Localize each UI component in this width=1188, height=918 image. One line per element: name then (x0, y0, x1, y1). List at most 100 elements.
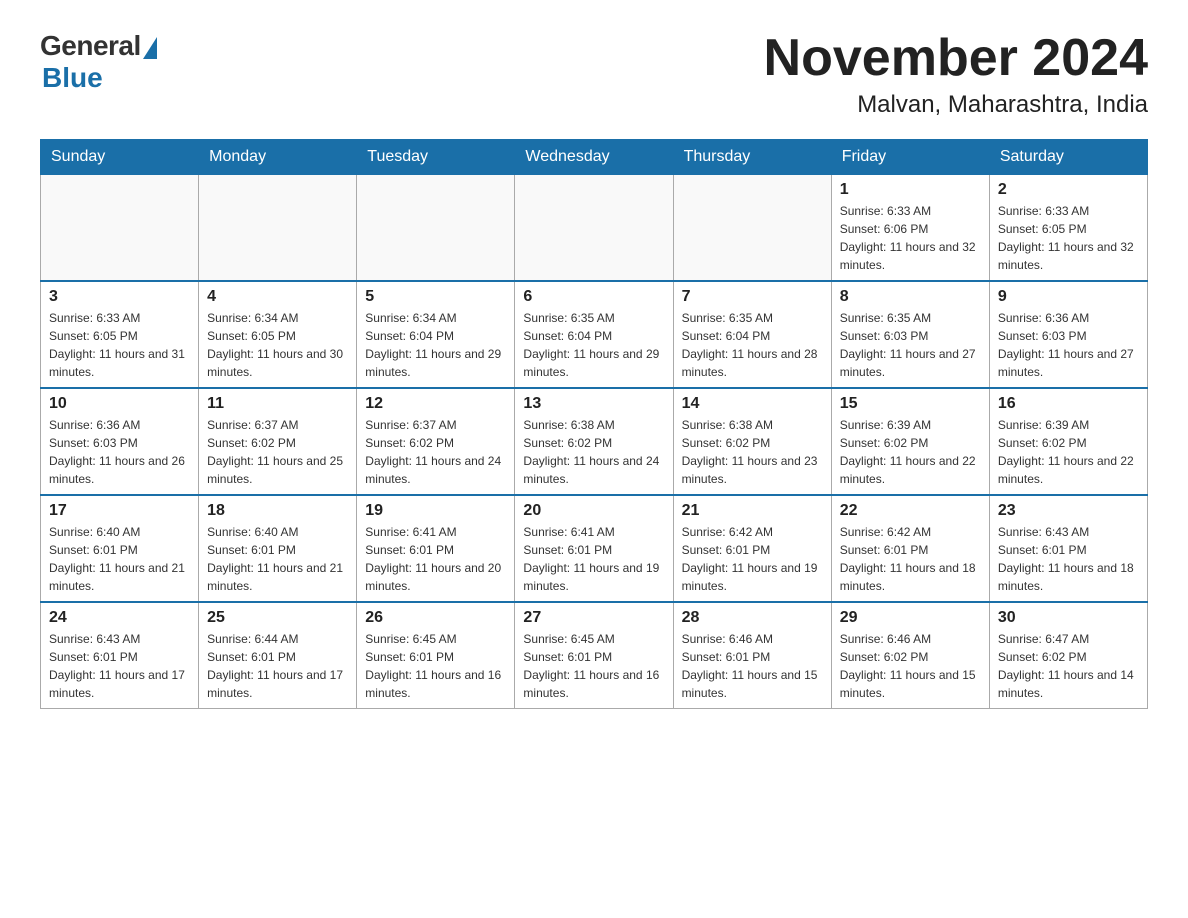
day-number: 16 (998, 395, 1139, 413)
calendar-table: SundayMondayTuesdayWednesdayThursdayFrid… (40, 139, 1148, 709)
day-info: Sunrise: 6:46 AM Sunset: 6:02 PM Dayligh… (840, 630, 981, 702)
day-info: Sunrise: 6:36 AM Sunset: 6:03 PM Dayligh… (998, 309, 1139, 381)
day-info: Sunrise: 6:35 AM Sunset: 6:03 PM Dayligh… (840, 309, 981, 381)
calendar-cell: 20Sunrise: 6:41 AM Sunset: 6:01 PM Dayli… (515, 495, 673, 602)
logo: General Blue (40, 30, 157, 94)
calendar-cell: 27Sunrise: 6:45 AM Sunset: 6:01 PM Dayli… (515, 602, 673, 709)
location-title: Malvan, Maharashtra, India (764, 91, 1148, 119)
day-number: 4 (207, 288, 348, 306)
day-info: Sunrise: 6:39 AM Sunset: 6:02 PM Dayligh… (840, 416, 981, 488)
day-info: Sunrise: 6:37 AM Sunset: 6:02 PM Dayligh… (207, 416, 348, 488)
day-info: Sunrise: 6:42 AM Sunset: 6:01 PM Dayligh… (682, 523, 823, 595)
day-info: Sunrise: 6:40 AM Sunset: 6:01 PM Dayligh… (207, 523, 348, 595)
day-number: 19 (365, 502, 506, 520)
day-number: 14 (682, 395, 823, 413)
day-number: 30 (998, 609, 1139, 627)
day-number: 29 (840, 609, 981, 627)
logo-triangle-icon (143, 37, 157, 59)
day-info: Sunrise: 6:42 AM Sunset: 6:01 PM Dayligh… (840, 523, 981, 595)
calendar-cell: 17 Sunrise: 6:40 AM Sunset: 6:01 PM Dayli… (41, 495, 199, 602)
day-info: Sunrise: 6:33 AM Sunset: 6:05 PM Dayligh… (998, 202, 1139, 274)
calendar-week-row: 3 Sunrise: 6:33 AM Sunset: 6:05 PM Daylig… (41, 281, 1148, 388)
weekday-header-saturday: Saturday (989, 140, 1147, 175)
calendar-cell: 2 Sunrise: 6:33 AM Sunset: 6:05 PM Daylig… (989, 175, 1147, 282)
calendar-cell: 30 Sunrise: 6:47 AM Sunset: 6:02 PM Dayli… (989, 602, 1147, 709)
day-info: Sunrise: 6:37 AM Sunset: 6:02 PM Dayligh… (365, 416, 506, 488)
day-number: 1 (840, 181, 981, 199)
calendar-cell (41, 175, 199, 282)
day-info: Sunrise: 6:34 AM Sunset: 6:05 PM Dayligh… (207, 309, 348, 381)
calendar-cell: 25Sunrise: 6:44 AM Sunset: 6:01 PM Dayli… (199, 602, 357, 709)
day-info: Sunrise: 6:38 AM Sunset: 6:02 PM Dayligh… (682, 416, 823, 488)
day-info: Sunrise: 6:33 AM Sunset: 6:05 PM Dayligh… (49, 309, 190, 381)
calendar-cell: 4 Sunrise: 6:34 AM Sunset: 6:05 PM Daylig… (199, 281, 357, 388)
calendar-cell: 13Sunrise: 6:38 AM Sunset: 6:02 PM Dayli… (515, 388, 673, 495)
calendar-cell: 12 Sunrise: 6:37 AM Sunset: 6:02 PM Dayli… (357, 388, 515, 495)
calendar-cell: 5Sunrise: 6:34 AM Sunset: 6:04 PM Daylig… (357, 281, 515, 388)
day-info: Sunrise: 6:35 AM Sunset: 6:04 PM Dayligh… (523, 309, 664, 381)
weekday-header-row: SundayMondayTuesdayWednesdayThursdayFrid… (41, 140, 1148, 175)
day-number: 6 (523, 288, 664, 306)
calendar-cell: 3 Sunrise: 6:33 AM Sunset: 6:05 PM Daylig… (41, 281, 199, 388)
day-info: Sunrise: 6:41 AM Sunset: 6:01 PM Dayligh… (523, 523, 664, 595)
day-info: Sunrise: 6:47 AM Sunset: 6:02 PM Dayligh… (998, 630, 1139, 702)
calendar-cell (515, 175, 673, 282)
logo-blue-text: Blue (42, 62, 103, 94)
day-number: 15 (840, 395, 981, 413)
calendar-week-row: 17 Sunrise: 6:40 AM Sunset: 6:01 PM Dayli… (41, 495, 1148, 602)
day-info: Sunrise: 6:36 AM Sunset: 6:03 PM Dayligh… (49, 416, 190, 488)
day-number: 8 (840, 288, 981, 306)
day-number: 26 (365, 609, 506, 627)
day-number: 9 (998, 288, 1139, 306)
day-number: 2 (998, 181, 1139, 199)
day-info: Sunrise: 6:41 AM Sunset: 6:01 PM Dayligh… (365, 523, 506, 595)
weekday-header-friday: Friday (831, 140, 989, 175)
day-info: Sunrise: 6:39 AM Sunset: 6:02 PM Dayligh… (998, 416, 1139, 488)
calendar-cell: 18 Sunrise: 6:40 AM Sunset: 6:01 PM Dayli… (199, 495, 357, 602)
calendar-cell (673, 175, 831, 282)
calendar-cell: 15 Sunrise: 6:39 AM Sunset: 6:02 PM Dayli… (831, 388, 989, 495)
calendar-cell: 23Sunrise: 6:43 AM Sunset: 6:01 PM Dayli… (989, 495, 1147, 602)
calendar-cell: 10 Sunrise: 6:36 AM Sunset: 6:03 PM Dayli… (41, 388, 199, 495)
weekday-header-sunday: Sunday (41, 140, 199, 175)
calendar-cell: 28Sunrise: 6:46 AM Sunset: 6:01 PM Dayli… (673, 602, 831, 709)
calendar-week-row: 24Sunrise: 6:43 AM Sunset: 6:01 PM Dayli… (41, 602, 1148, 709)
day-info: Sunrise: 6:40 AM Sunset: 6:01 PM Dayligh… (49, 523, 190, 595)
day-number: 22 (840, 502, 981, 520)
day-number: 10 (49, 395, 190, 413)
day-number: 23 (998, 502, 1139, 520)
logo-general-text: General (40, 30, 141, 62)
day-info: Sunrise: 6:35 AM Sunset: 6:04 PM Dayligh… (682, 309, 823, 381)
page-header: General Blue November 2024 Malvan, Mahar… (40, 30, 1148, 119)
day-info: Sunrise: 6:34 AM Sunset: 6:04 PM Dayligh… (365, 309, 506, 381)
calendar-cell: 29 Sunrise: 6:46 AM Sunset: 6:02 PM Dayli… (831, 602, 989, 709)
calendar-header: SundayMondayTuesdayWednesdayThursdayFrid… (41, 140, 1148, 175)
calendar-cell: 24Sunrise: 6:43 AM Sunset: 6:01 PM Dayli… (41, 602, 199, 709)
month-title: November 2024 (764, 30, 1148, 87)
day-number: 17 (49, 502, 190, 520)
weekday-header-tuesday: Tuesday (357, 140, 515, 175)
day-number: 21 (682, 502, 823, 520)
weekday-header-thursday: Thursday (673, 140, 831, 175)
calendar-cell: 8 Sunrise: 6:35 AM Sunset: 6:03 PM Daylig… (831, 281, 989, 388)
calendar-cell (357, 175, 515, 282)
day-number: 12 (365, 395, 506, 413)
calendar-cell: 21 Sunrise: 6:42 AM Sunset: 6:01 PM Dayli… (673, 495, 831, 602)
calendar-week-row: 1Sunrise: 6:33 AM Sunset: 6:06 PM Daylig… (41, 175, 1148, 282)
calendar-cell: 6 Sunrise: 6:35 AM Sunset: 6:04 PM Daylig… (515, 281, 673, 388)
calendar-cell: 16 Sunrise: 6:39 AM Sunset: 6:02 PM Dayli… (989, 388, 1147, 495)
calendar-cell (199, 175, 357, 282)
day-number: 18 (207, 502, 348, 520)
calendar-body: 1Sunrise: 6:33 AM Sunset: 6:06 PM Daylig… (41, 175, 1148, 709)
day-info: Sunrise: 6:45 AM Sunset: 6:01 PM Dayligh… (365, 630, 506, 702)
day-info: Sunrise: 6:43 AM Sunset: 6:01 PM Dayligh… (49, 630, 190, 702)
calendar-cell: 9 Sunrise: 6:36 AM Sunset: 6:03 PM Daylig… (989, 281, 1147, 388)
day-number: 3 (49, 288, 190, 306)
day-number: 25 (207, 609, 348, 627)
calendar-cell: 22 Sunrise: 6:42 AM Sunset: 6:01 PM Dayli… (831, 495, 989, 602)
weekday-header-wednesday: Wednesday (515, 140, 673, 175)
day-info: Sunrise: 6:45 AM Sunset: 6:01 PM Dayligh… (523, 630, 664, 702)
calendar-cell: 1Sunrise: 6:33 AM Sunset: 6:06 PM Daylig… (831, 175, 989, 282)
title-section: November 2024 Malvan, Maharashtra, India (764, 30, 1148, 119)
day-info: Sunrise: 6:38 AM Sunset: 6:02 PM Dayligh… (523, 416, 664, 488)
